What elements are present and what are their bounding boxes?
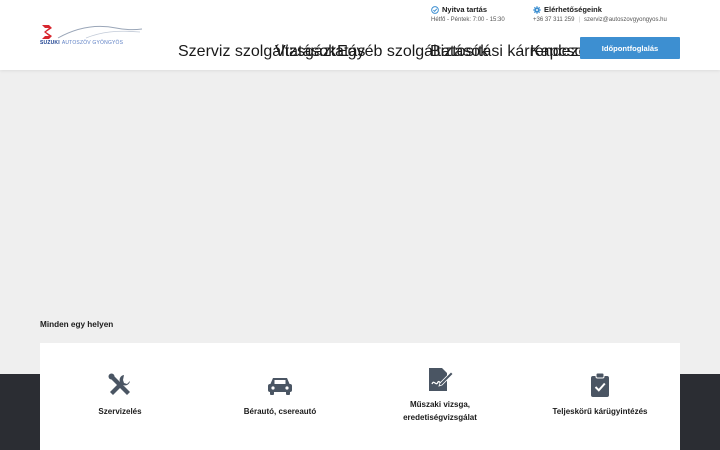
opening-hours: Nyitva tartás Hétfő - Péntek: 7:00 - 15:…: [431, 5, 505, 23]
service-card-muszaki-vizsga[interactable]: Műszaki vizsga, eredetiségvizsgálat: [360, 343, 520, 450]
car-icon: [268, 378, 292, 395]
opening-hours-text: Hétfő - Péntek: 7:00 - 15:30: [431, 17, 505, 23]
gear-icon: [533, 5, 541, 14]
opening-hours-title: Nyitva tartás: [442, 5, 488, 14]
contact-info: Elérhetőségeink +36 37 311 259 | szerviz@a…: [533, 5, 667, 23]
site-logo[interactable]: SUZUKI AUTOSZÖV GYÖNGYÖS: [40, 22, 142, 48]
service-label-line1: Műszaki vizsga,: [409, 400, 471, 409]
contact-title: Elérhetőségeink: [544, 5, 602, 14]
logo-subtitle: AUTOSZÖV GYÖNGYÖS: [61, 40, 124, 46]
check-circle-icon: [431, 5, 439, 14]
section-title: Minden egy helyen: [40, 320, 114, 329]
suzuki-s-logo-icon: [42, 25, 52, 39]
document-signature-icon: [429, 368, 454, 391]
service-label: Bérautó, csereautó: [243, 407, 317, 416]
service-card-szervizeles[interactable]: Szervizelés: [40, 343, 200, 450]
service-card-berauto[interactable]: Bérautó, csereautó: [200, 343, 360, 450]
service-card-karugyintezes[interactable]: Teljeskörű kárügyintézés: [520, 343, 680, 450]
contact-phone-link[interactable]: +36 37 311 259: [533, 17, 574, 23]
contact-separator: |: [578, 17, 580, 23]
logo-swoosh-icon: [57, 25, 142, 39]
services-panel: Szervizelés Bérautó, csereautó Műszaki v…: [40, 343, 680, 450]
clipboard-check-icon: [591, 372, 609, 397]
tools-icon: [108, 373, 130, 395]
logo-text: SUZUKI AUTOSZÖV GYÖNGYÖS: [40, 40, 123, 46]
site-header: SUZUKI AUTOSZÖV GYÖNGYÖS Nyitva tartás Hé…: [0, 0, 720, 70]
contact-email-link[interactable]: szerviz@autoszovgyongyos.hu: [584, 17, 667, 23]
booking-button[interactable]: Időpontfoglalás: [580, 37, 680, 59]
service-label: Teljeskörű kárügyintézés: [552, 407, 648, 416]
service-label: Szervizelés: [98, 407, 142, 416]
logo-brand: SUZUKI: [40, 40, 60, 46]
service-label-line2: eredetiségvizsgálat: [403, 413, 477, 422]
